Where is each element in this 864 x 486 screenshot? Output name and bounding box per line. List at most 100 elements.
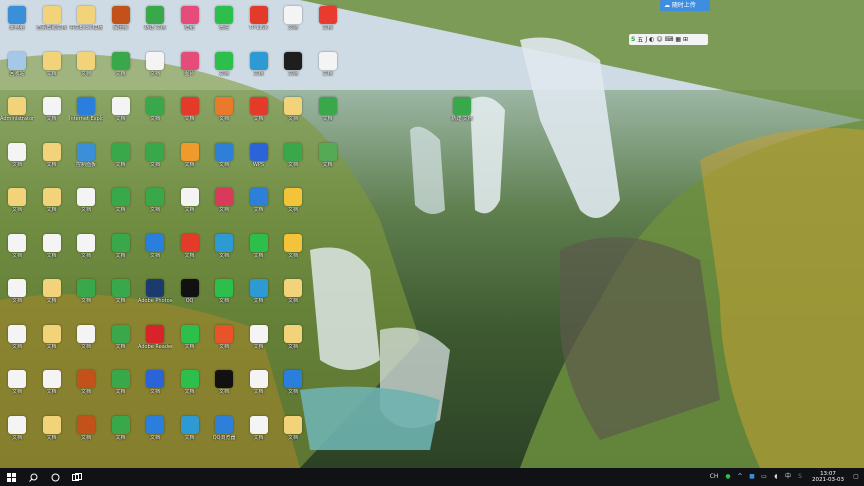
desktop-icon[interactable]: 文档 xyxy=(242,232,276,274)
desktop-icon[interactable]: 文档 xyxy=(138,95,172,137)
desktop-icon[interactable]: 文档 xyxy=(242,414,276,456)
desktop-icon[interactable]: 文档 xyxy=(242,95,276,137)
desktop-icon[interactable]: 文档 xyxy=(276,141,310,183)
toolbar-item-3[interactable]: ☺ xyxy=(656,36,662,43)
desktop-icon[interactable]: 文档 xyxy=(173,323,207,365)
chevron-up-icon[interactable]: ^ xyxy=(736,473,744,481)
desktop-icon[interactable]: 控制面板 xyxy=(69,141,103,183)
ime-toolbar[interactable]: S 五 J ◐ ☺ ⌨ ▦ ⊞ xyxy=(629,34,708,45)
desktop-icon[interactable]: QQ xyxy=(173,277,207,319)
desktop-icon[interactable]: 文档 xyxy=(173,95,207,137)
desktop-icon[interactable]: 文档 xyxy=(242,323,276,365)
desktop-icon[interactable]: Internet Explorer xyxy=(69,95,103,137)
desktop-icon[interactable]: 文档 xyxy=(173,414,207,456)
desktop-icon[interactable]: 文档 xyxy=(69,277,103,319)
desktop-icon[interactable]: 文档 xyxy=(69,186,103,228)
desktop-icon[interactable]: 文档 xyxy=(276,277,310,319)
toolbar-item-6[interactable]: ⊞ xyxy=(683,36,688,43)
desktop-icon[interactable]: 文档 xyxy=(138,186,172,228)
desktop[interactable]: 此电脑 查看帮助文档 中文Excel模板 解压缩 新建 文档 壁纸 微信 TP-LINK 文档文… xyxy=(0,0,864,468)
desktop-icon[interactable]: TP-LINK xyxy=(242,4,276,46)
desktop-icon[interactable]: 文档 xyxy=(207,232,241,274)
desktop-icon[interactable]: 文档 xyxy=(104,50,138,92)
clock[interactable]: 13:07 2021-03-03 xyxy=(808,471,848,483)
desktop-icon[interactable]: 壁纸 xyxy=(173,4,207,46)
desktop-icon[interactable]: 文档 xyxy=(0,232,34,274)
desktop-icon[interactable]: 文档 xyxy=(0,141,34,183)
desktop-icon[interactable]: 文档 xyxy=(138,50,172,92)
desktop-icon[interactable]: 文档 xyxy=(104,186,138,228)
desktop-icon[interactable]: 文档 xyxy=(276,50,310,92)
desktop-icon[interactable]: 文档 xyxy=(69,50,103,92)
desktop-icon[interactable]: 文档 xyxy=(138,232,172,274)
desktop-icon[interactable]: 文档 xyxy=(0,368,34,410)
desktop-icon[interactable]: 新建 文档 xyxy=(138,4,172,46)
toolbar-item-0[interactable]: 五 xyxy=(637,35,643,44)
desktop-icon[interactable]: 文档 xyxy=(104,323,138,365)
cortana-button[interactable] xyxy=(44,468,66,486)
toolbar-item-5[interactable]: ▦ xyxy=(675,36,681,43)
toolbar-item-2[interactable]: ◐ xyxy=(649,36,654,43)
desktop-icon[interactable]: 文档 xyxy=(138,414,172,456)
desktop-icon[interactable]: 文档 xyxy=(104,95,138,137)
desktop-icon[interactable]: 文档 xyxy=(35,368,69,410)
desktop-icon[interactable]: 文档 xyxy=(242,50,276,92)
desktop-icon[interactable]: QQ浏览器 xyxy=(207,414,241,456)
desktop-icon[interactable]: 文档 xyxy=(35,414,69,456)
desktop-icon[interactable]: 文档 xyxy=(311,95,345,137)
desktop-icon[interactable]: 回收站 xyxy=(0,50,34,92)
desktop-icon[interactable]: 文档 xyxy=(138,141,172,183)
desktop-icon[interactable]: 文档 xyxy=(0,186,34,228)
search-button[interactable] xyxy=(22,468,44,486)
desktop-icon[interactable]: 文档 xyxy=(207,95,241,137)
desktop-icon[interactable]: 文档 xyxy=(104,414,138,456)
desktop-icon[interactable]: 微信 xyxy=(207,4,241,46)
desktop-icon[interactable]: 文档 xyxy=(173,368,207,410)
desktop-icon[interactable]: Adobe Photoshop xyxy=(138,277,172,319)
floating-desktop-icon[interactable]: 新建 文档 xyxy=(446,95,478,135)
desktop-icon[interactable]: 文档 xyxy=(311,141,345,183)
network-icon[interactable]: ▭ xyxy=(760,473,768,481)
desktop-icon[interactable]: WPS xyxy=(242,141,276,183)
desktop-icon[interactable]: 文档 xyxy=(0,323,34,365)
desktop-icon[interactable]: 文档 xyxy=(104,232,138,274)
desktop-icon[interactable]: 文档 xyxy=(207,277,241,319)
desktop-icon[interactable]: 图片 xyxy=(173,50,207,92)
desktop-icon[interactable]: 文档 xyxy=(242,368,276,410)
desktop-icon[interactable]: 文档 xyxy=(311,4,345,46)
desktop-icon[interactable]: 文档 xyxy=(207,186,241,228)
desktop-icon[interactable]: 中文Excel模板 xyxy=(69,4,103,46)
desktop-icon[interactable]: Administrator xyxy=(0,95,34,137)
desktop-icon[interactable]: 文档 xyxy=(35,277,69,319)
desktop-icon[interactable]: 文档 xyxy=(276,323,310,365)
desktop-icon[interactable]: 文档 xyxy=(69,323,103,365)
desktop-icon[interactable]: Adobe Reader xyxy=(138,323,172,365)
desktop-icon[interactable]: 文档 xyxy=(207,50,241,92)
desktop-icon[interactable]: 文档 xyxy=(104,368,138,410)
desktop-icon[interactable]: 文档 xyxy=(69,368,103,410)
start-button[interactable] xyxy=(0,468,22,486)
ime-icon[interactable]: 中 xyxy=(784,473,792,481)
task-view-button[interactable] xyxy=(66,468,88,486)
desktop-icon[interactable]: 文档 xyxy=(276,368,310,410)
wechat-tray-icon[interactable]: ● xyxy=(724,473,732,481)
desktop-icon[interactable]: 文档 xyxy=(276,186,310,228)
language-indicator[interactable]: CH xyxy=(708,473,720,481)
desktop-icon[interactable]: 文档 xyxy=(0,277,34,319)
desktop-icon[interactable]: 此电脑 xyxy=(0,4,34,46)
desktop-icon[interactable]: 文档 xyxy=(173,141,207,183)
desktop-icon[interactable]: 文档 xyxy=(104,141,138,183)
desktop-icon[interactable]: 文档 xyxy=(276,232,310,274)
desktop-icon[interactable]: 文档 xyxy=(276,95,310,137)
desktop-icon[interactable]: 文档 xyxy=(242,186,276,228)
notification-icon[interactable]: ▢ xyxy=(852,473,860,481)
desktop-icon[interactable]: 文档 xyxy=(207,141,241,183)
desktop-icon[interactable]: 文档 xyxy=(35,141,69,183)
desktop-icon[interactable]: 文档 xyxy=(276,414,310,456)
desktop-icon[interactable]: 文档 xyxy=(69,414,103,456)
desktop-icon[interactable]: 文档 xyxy=(35,95,69,137)
desktop-icon[interactable]: 文档 xyxy=(173,232,207,274)
desktop-icon[interactable]: 文档 xyxy=(0,414,34,456)
desktop-icon[interactable]: 文档 xyxy=(207,323,241,365)
desktop-icon[interactable]: 文档 xyxy=(276,4,310,46)
